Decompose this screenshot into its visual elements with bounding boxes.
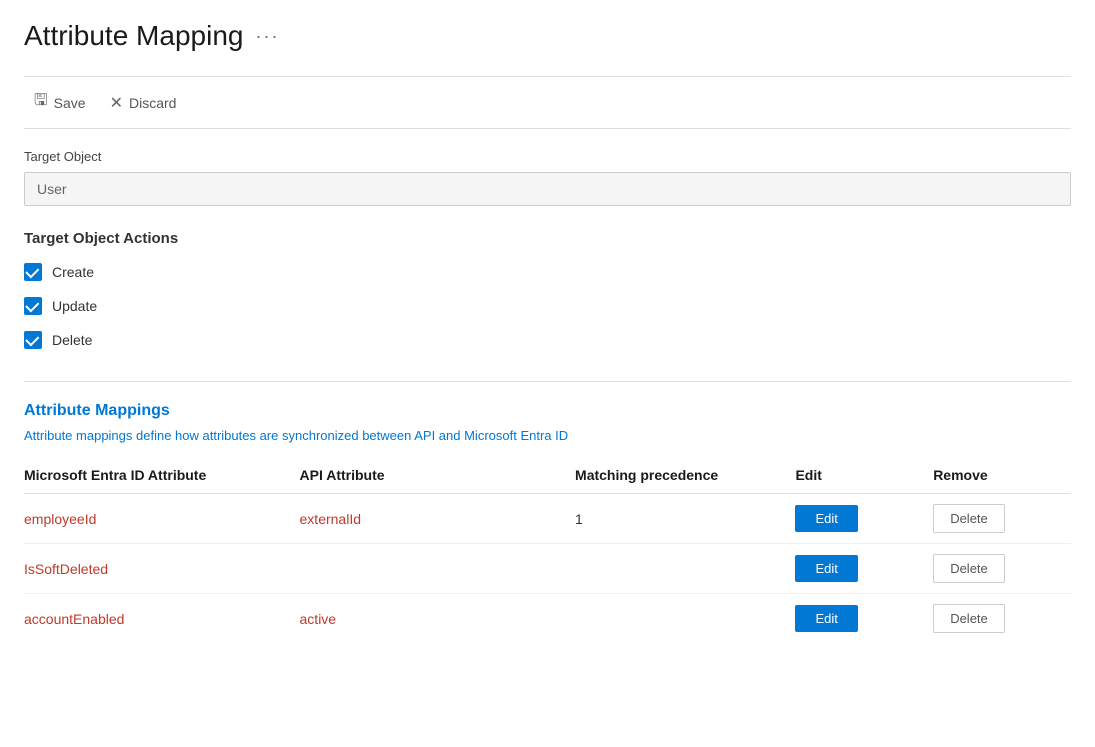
target-object-actions-title: Target Object Actions	[24, 230, 1071, 247]
checkbox-update-label: Update	[52, 298, 97, 314]
table-row: IsSoftDeleted Edit Delete	[24, 544, 1071, 594]
edit-cell: Edit	[795, 544, 933, 594]
col-header-edit: Edit	[795, 459, 933, 494]
matching-cell	[575, 594, 795, 644]
matching-cell: 1	[575, 494, 795, 544]
edit-button[interactable]: Edit	[795, 555, 857, 582]
edit-button[interactable]: Edit	[795, 505, 857, 532]
checkbox-delete-icon	[24, 331, 42, 349]
checkbox-delete-label: Delete	[52, 332, 92, 348]
checkbox-update[interactable]: Update	[24, 297, 1071, 315]
discard-label: Discard	[129, 95, 176, 111]
delete-cell: Delete	[933, 544, 1071, 594]
checkbox-create-label: Create	[52, 264, 94, 280]
checkbox-create[interactable]: Create	[24, 263, 1071, 281]
attr-mappings-title: Attribute Mappings	[24, 402, 1071, 420]
save-label: Save	[54, 95, 86, 111]
col-header-matching: Matching precedence	[575, 459, 795, 494]
discard-icon: ✕	[110, 93, 123, 113]
delete-button[interactable]: Delete	[933, 604, 1005, 633]
mappings-table: Microsoft Entra ID Attribute API Attribu…	[24, 459, 1071, 643]
target-object-actions-section: Target Object Actions Create Update Dele…	[24, 230, 1071, 349]
page-title: Attribute Mapping	[24, 20, 243, 52]
attribute-mappings-section: Attribute Mappings Attribute mappings de…	[24, 402, 1071, 643]
section-divider	[24, 381, 1071, 382]
target-object-section: Target Object	[24, 149, 1071, 230]
attr-mappings-description: Attribute mappings define how attributes…	[24, 428, 1071, 443]
col-header-remove: Remove	[933, 459, 1071, 494]
table-header-row: Microsoft Entra ID Attribute API Attribu…	[24, 459, 1071, 494]
target-object-input[interactable]	[24, 172, 1071, 206]
delete-cell: Delete	[933, 494, 1071, 544]
entra-attr-cell: IsSoftDeleted	[24, 544, 300, 594]
checkbox-create-icon	[24, 263, 42, 281]
discard-button[interactable]: ✕ Discard	[100, 89, 187, 117]
edit-cell: Edit	[795, 494, 933, 544]
save-icon: 🖫	[34, 89, 48, 116]
api-attr-cell: externalId	[300, 494, 576, 544]
table-row: employeeId externalId 1 Edit Delete	[24, 494, 1071, 544]
entra-attr-cell: employeeId	[24, 494, 300, 544]
entra-attr-cell: accountEnabled	[24, 594, 300, 644]
col-header-api: API Attribute	[300, 459, 576, 494]
save-button[interactable]: 🖫 Save	[24, 85, 96, 120]
matching-cell	[575, 544, 795, 594]
table-row: accountEnabled active Edit Delete	[24, 594, 1071, 644]
checkbox-delete[interactable]: Delete	[24, 331, 1071, 349]
delete-button[interactable]: Delete	[933, 554, 1005, 583]
target-object-label: Target Object	[24, 149, 1071, 164]
toolbar: 🖫 Save ✕ Discard	[24, 76, 1071, 129]
checkbox-update-icon	[24, 297, 42, 315]
col-header-entra: Microsoft Entra ID Attribute	[24, 459, 300, 494]
edit-cell: Edit	[795, 594, 933, 644]
more-options-icon[interactable]: ···	[255, 26, 279, 47]
api-attr-cell	[300, 544, 576, 594]
edit-button[interactable]: Edit	[795, 605, 857, 632]
checkbox-group: Create Update Delete	[24, 263, 1071, 349]
delete-cell: Delete	[933, 594, 1071, 644]
api-attr-cell: active	[300, 594, 576, 644]
delete-button[interactable]: Delete	[933, 504, 1005, 533]
